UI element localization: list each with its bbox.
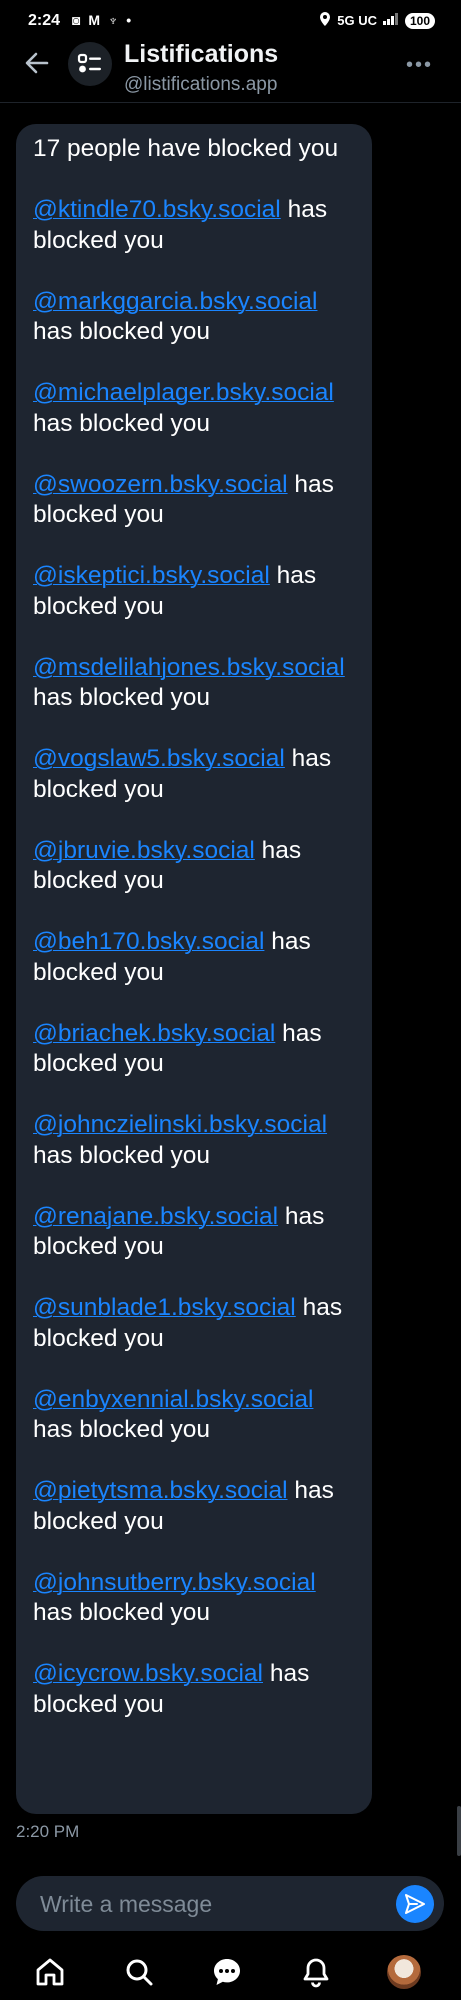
notification-icons: ◙ M ♆ • (72, 12, 134, 28)
arrow-left-icon (25, 52, 49, 74)
user-handle-link[interactable]: @michaelplager.bsky.social (33, 379, 334, 406)
header-divider (0, 102, 461, 103)
back-button[interactable] (20, 46, 54, 80)
user-handle-link[interactable]: @swoozern.bsky.social (33, 471, 288, 498)
conversation-handle: @listifications.app (124, 74, 278, 95)
nav-profile[interactable] (386, 1954, 422, 1990)
send-button[interactable] (396, 1885, 434, 1923)
user-handle-link[interactable]: @johnczielinski.bsky.social (33, 1111, 327, 1138)
message-intro: 17 people have blocked you (33, 135, 339, 162)
blocked-entry: @michaelplager.bsky.social has blocked y… (33, 378, 356, 439)
blocked-entry: @enbyxennial.bsky.social has blocked you (33, 1385, 356, 1446)
user-handle-link[interactable]: @renajane.bsky.social (33, 1203, 278, 1230)
blocked-entry: @msdelilahjones.bsky.social has blocked … (33, 653, 356, 714)
user-handle-link[interactable]: @icycrow.bsky.social (33, 1660, 263, 1687)
blocked-entry: @pietytsma.bsky.social has blocked you (33, 1476, 356, 1537)
blocked-suffix: has blocked you (33, 409, 211, 437)
blocked-entry: @markggarcia.bsky.social has blocked you (33, 287, 356, 348)
user-handle-link[interactable]: @briachek.bsky.social (33, 1020, 275, 1047)
network-label: 5G UC (337, 13, 377, 28)
blocked-entry: @ktindle70.bsky.social has blocked you (33, 195, 356, 256)
conversation-title: Listifications (124, 40, 279, 68)
user-handle-link[interactable]: @vogslaw5.bsky.social (33, 745, 285, 772)
nav-chat[interactable] (209, 1954, 245, 1990)
user-handle-link[interactable]: @msdelilahjones.bsky.social (33, 654, 345, 681)
blocked-suffix: has blocked you (33, 1416, 211, 1443)
message-composer (16, 1876, 444, 1933)
blocked-suffix: has blocked you (33, 1141, 211, 1169)
user-handle-link[interactable]: @enbyxennial.bsky.social (33, 1386, 313, 1413)
status-time: 2:24 (28, 12, 61, 29)
bottom-nav (0, 1944, 461, 2000)
message-input[interactable] (38, 1876, 382, 1933)
blocked-entry: @jbruvie.bsky.social has blocked you (33, 836, 356, 897)
blocked-list: @ktindle70.bsky.social has blocked you @m… (33, 195, 356, 1720)
blocked-entry: @beh170.bsky.social has blocked you (33, 927, 356, 988)
nav-notifications[interactable] (298, 1954, 334, 1990)
chat-icon (214, 1959, 240, 1985)
user-handle-link[interactable]: @markggarcia.bsky.social (33, 288, 317, 315)
nav-search[interactable] (121, 1954, 157, 1990)
blocked-suffix: has blocked you (33, 318, 211, 345)
listifications-avatar[interactable] (68, 42, 112, 86)
bell-icon (303, 1958, 329, 1988)
blocked-entry: @johnczielinski.bsky.social has blocked … (33, 1110, 356, 1171)
profile-avatar (387, 1955, 421, 1989)
blocked-entry: @swoozern.bsky.social has blocked you (33, 470, 356, 531)
conversation-header: Listifications @listifications.app ••• (0, 38, 461, 104)
home-icon (36, 1958, 64, 1986)
battery-icon: 100 (404, 12, 435, 29)
blocked-entry: @icycrow.bsky.social has blocked you (33, 1659, 356, 1720)
user-handle-link[interactable]: @iskeptici.bsky.social (33, 562, 270, 589)
user-handle-link[interactable]: @johnsutberry.bsky.social (33, 1569, 316, 1596)
location-icon (319, 12, 331, 29)
blocked-entry: @johnsutberry.bsky.social has blocked yo… (33, 1568, 356, 1629)
user-handle-link[interactable]: @sunblade1.bsky.social (33, 1294, 296, 1321)
message-timestamp: 2:20 PM (16, 1822, 80, 1841)
search-icon (126, 1959, 153, 1986)
nav-home[interactable] (32, 1954, 68, 1990)
blocked-entry: @vogslaw5.bsky.social has blocked you (33, 744, 356, 805)
message-bubble: 17 people have blocked you @ktindle70.bs… (16, 124, 372, 1814)
more-options-button[interactable]: ••• (406, 54, 433, 77)
user-handle-link[interactable]: @ktindle70.bsky.social (33, 196, 281, 223)
blocked-entry: @renajane.bsky.social has blocked you (33, 1202, 356, 1263)
user-handle-link[interactable]: @beh170.bsky.social (33, 928, 264, 955)
list-icon (77, 53, 101, 73)
blocked-entry: @iskeptici.bsky.social has blocked you (33, 561, 356, 622)
blocked-entry: @briachek.bsky.social has blocked you (33, 1019, 356, 1080)
signal-icon (382, 13, 399, 28)
blocked-suffix: has blocked you (33, 1599, 211, 1626)
blocked-suffix: has blocked you (33, 684, 211, 711)
user-handle-link[interactable]: @pietytsma.bsky.social (33, 1477, 288, 1504)
user-handle-link[interactable]: @jbruvie.bsky.social (33, 837, 255, 864)
scrollbar[interactable] (457, 1806, 461, 1856)
blocked-entry: @sunblade1.bsky.social has blocked you (33, 1293, 356, 1354)
status-right: 5G UC 100 (319, 12, 435, 29)
send-icon (405, 1894, 425, 1914)
ellipsis-icon: ••• (405, 54, 433, 76)
